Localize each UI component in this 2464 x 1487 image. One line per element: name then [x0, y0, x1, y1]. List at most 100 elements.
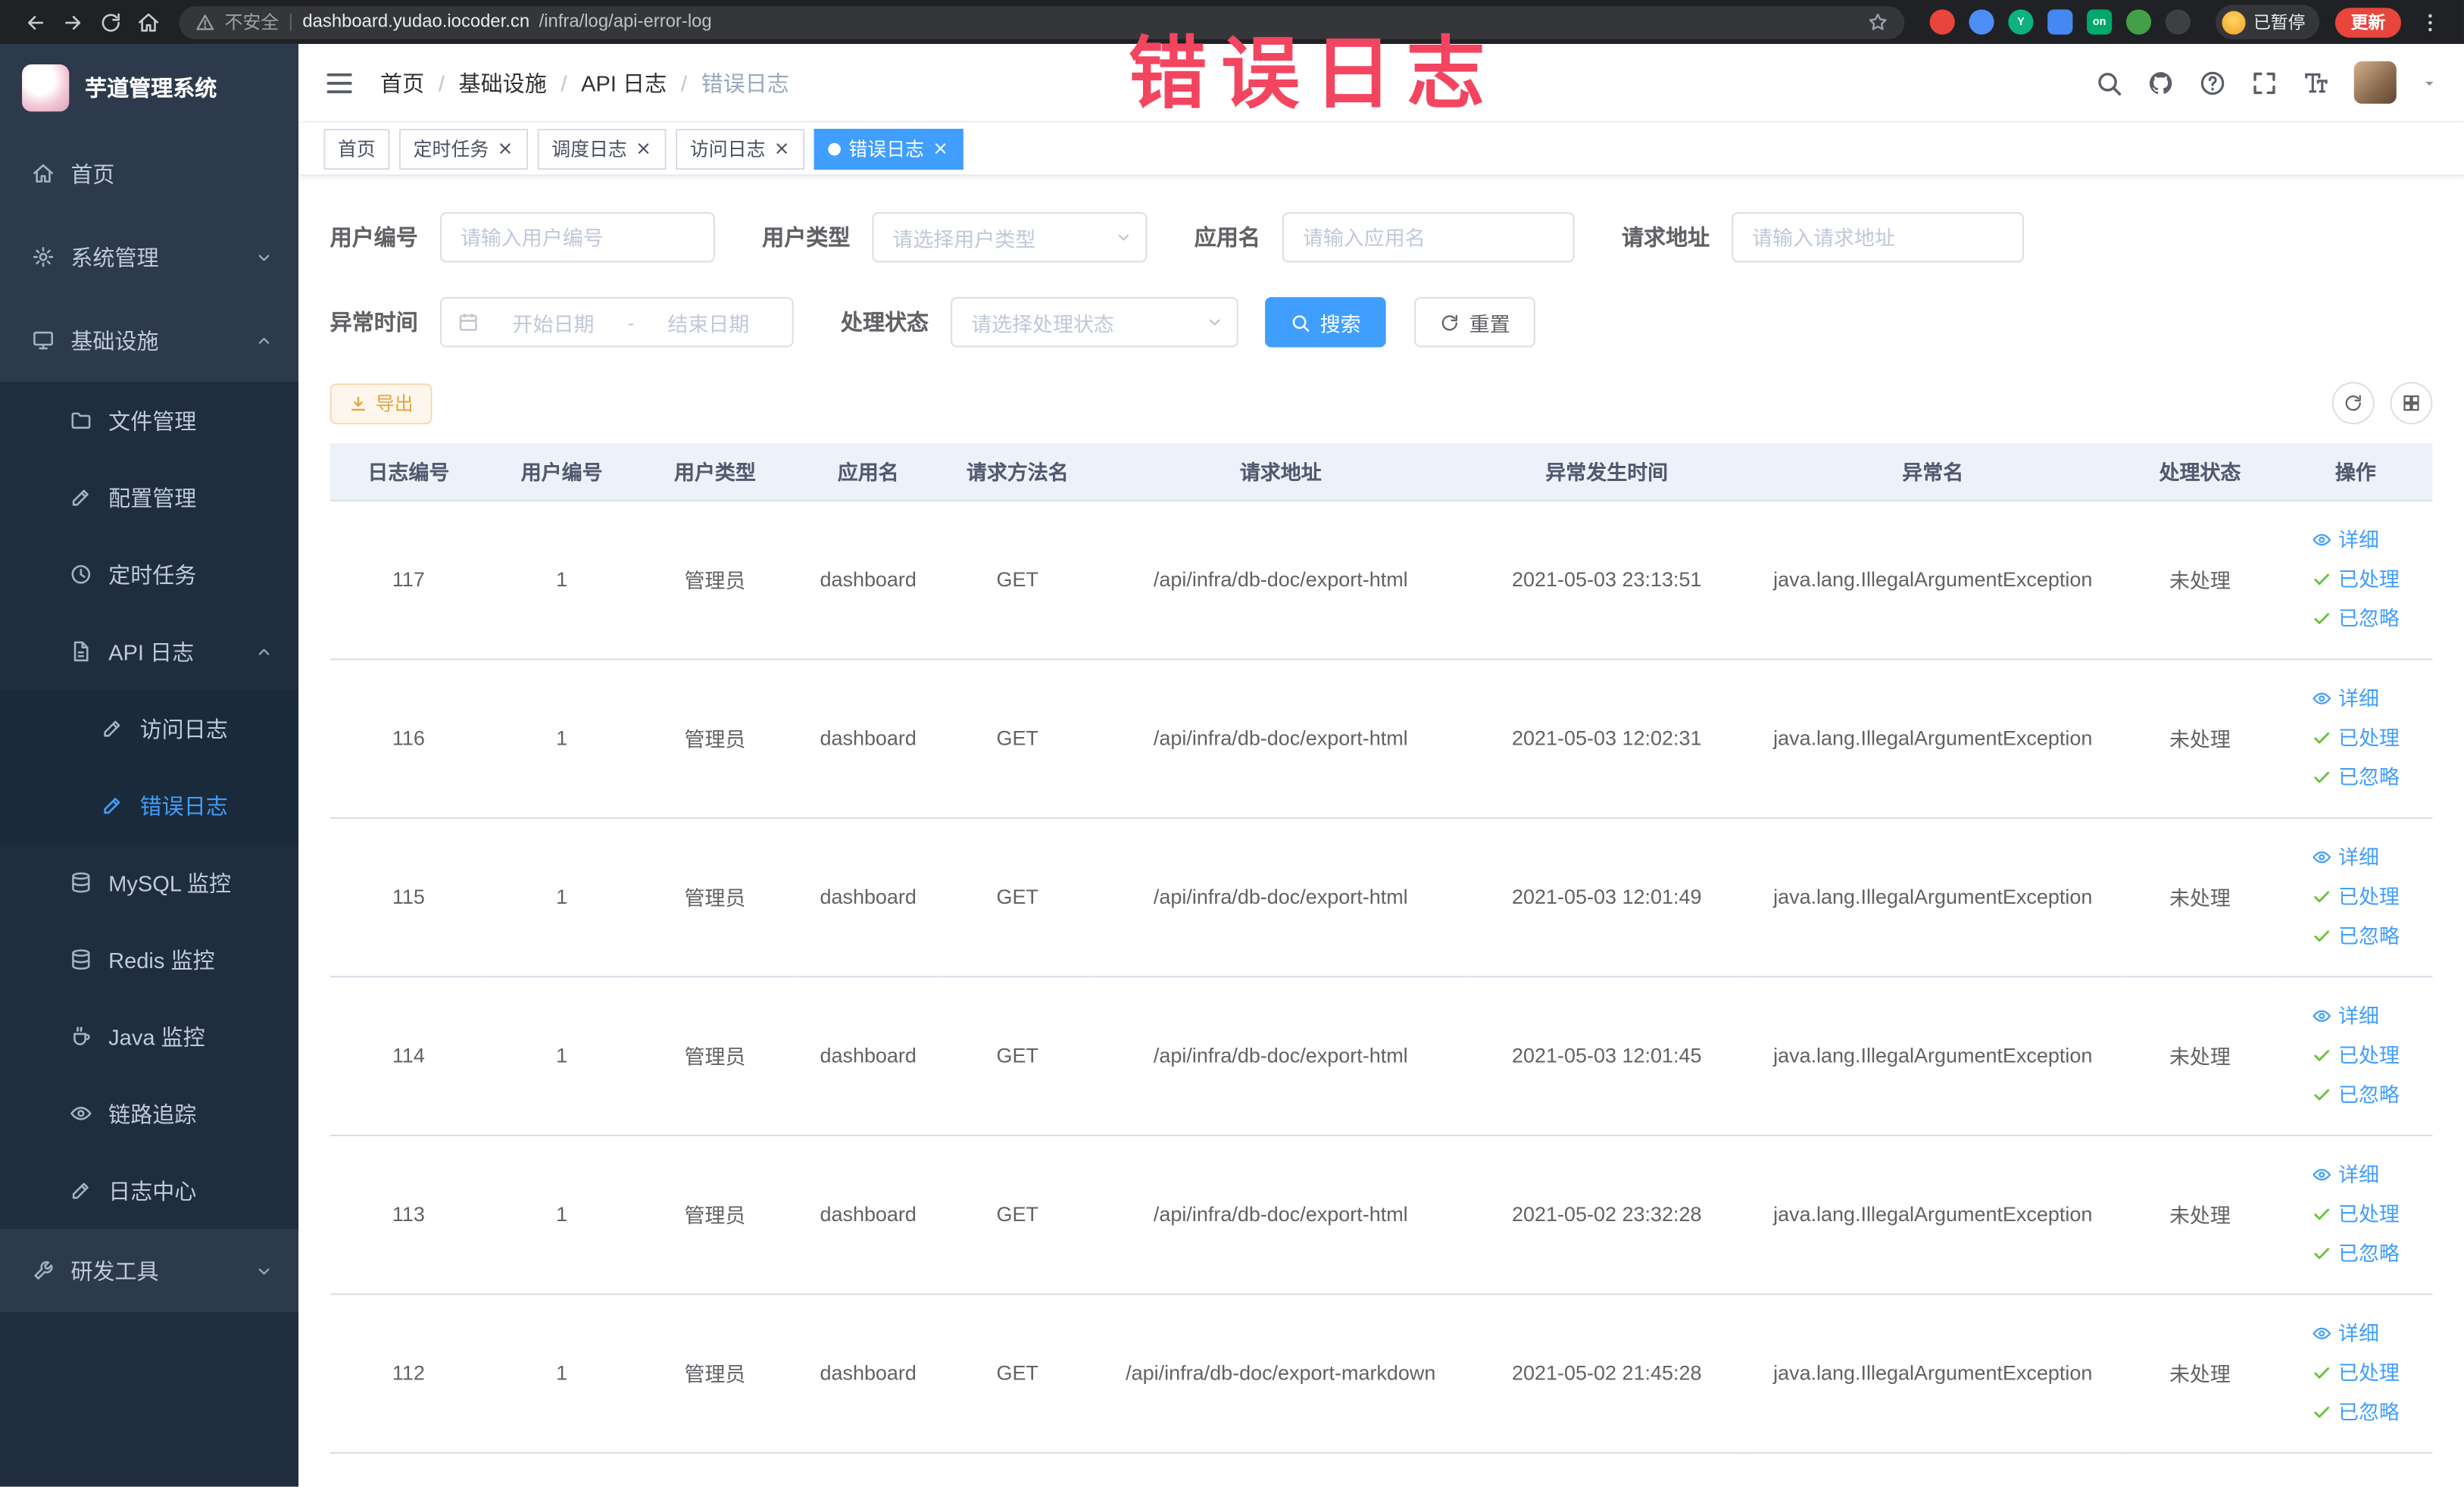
- mark-ignored-link[interactable]: 已忽略: [2312, 916, 2400, 955]
- sidebar-item-trace[interactable]: 链路追踪: [0, 1075, 299, 1152]
- breadcrumb: 首页 / 基础设施 / API 日志 / 错误日志: [380, 67, 789, 98]
- user-id-input[interactable]: [439, 212, 715, 263]
- sidebar-item-label: 访问日志: [139, 715, 228, 742]
- date-range-picker[interactable]: 开始日期 - 结束日期: [439, 297, 794, 348]
- sidebar-item-mysql[interactable]: MySQL 监控: [0, 844, 299, 921]
- mark-processed-link[interactable]: 已处理: [2312, 560, 2400, 599]
- close-tab-icon[interactable]: [497, 140, 514, 158]
- mark-processed-link[interactable]: 已处理: [2312, 877, 2400, 917]
- cell-actions: 详细 已处理 已忽略: [2278, 817, 2433, 977]
- github-icon[interactable]: [2147, 68, 2175, 96]
- help-icon[interactable]: [2198, 68, 2226, 96]
- close-tab-icon[interactable]: [635, 140, 652, 158]
- address-bar[interactable]: 不安全 | dashboard.yudao.iocoder.cn/infra/l…: [179, 5, 1905, 39]
- breadcrumb-item[interactable]: API 日志: [581, 67, 667, 98]
- tab-error-log[interactable]: 错误日志: [814, 128, 963, 170]
- sidebar-item-file[interactable]: 文件管理: [0, 382, 299, 459]
- breadcrumb-item[interactable]: 首页: [380, 67, 424, 98]
- sidebar-item-java[interactable]: Java 监控: [0, 998, 299, 1076]
- mark-ignored-link[interactable]: 已忽略: [2312, 1392, 2400, 1432]
- breadcrumb-item[interactable]: 基础设施: [459, 67, 547, 98]
- detail-link[interactable]: 详细: [2312, 1314, 2400, 1353]
- table-row: 112 1 管理员 dashboard GET/api/infra/db-doc/exp…: [329, 1293, 2433, 1453]
- bookmark-star-icon[interactable]: [1867, 11, 1889, 33]
- mark-processed-link[interactable]: 已处理: [2312, 1195, 2400, 1234]
- tab-label: 错误日志: [848, 138, 925, 161]
- extension-icon-red[interactable]: [1929, 9, 1955, 35]
- extension-icon-green-tree[interactable]: [2125, 9, 2152, 35]
- mark-processed-link[interactable]: 已处理: [2312, 718, 2400, 758]
- browser-forward-button[interactable]: [54, 3, 92, 41]
- mark-processed-link[interactable]: 已处理: [2312, 1353, 2400, 1392]
- detail-link[interactable]: 详细: [2312, 520, 2400, 560]
- sidebar: 芋道管理系统 首页 系统管理 基础设施 文件管理配置管理定时任务 API 日志访问日志错…: [0, 44, 299, 1487]
- tab-access-log[interactable]: 访问日志: [676, 128, 805, 170]
- fullscreen-icon[interactable]: [2250, 68, 2278, 96]
- logo[interactable]: 芋道管理系统: [0, 44, 299, 133]
- browser-back-button[interactable]: [16, 3, 54, 41]
- close-tab-icon[interactable]: [773, 140, 791, 158]
- sidebar-item-home[interactable]: 首页: [0, 132, 299, 216]
- extension-icon-blue-grid[interactable]: [2047, 9, 2073, 35]
- app-name-input[interactable]: [1282, 212, 1575, 263]
- tab-home[interactable]: 首页: [323, 128, 390, 170]
- browser-update-button[interactable]: 更新: [2334, 7, 2401, 37]
- column-settings-button[interactable]: [2390, 382, 2433, 425]
- mark-ignored-link[interactable]: 已忽略: [2312, 598, 2400, 638]
- refresh-table-button[interactable]: [2331, 382, 2375, 425]
- sidebar-item-label: 配置管理: [108, 485, 197, 511]
- mark-ignored-link[interactable]: 已忽略: [2312, 758, 2400, 797]
- db-icon: [69, 948, 92, 971]
- caret-down-icon[interactable]: [2420, 73, 2439, 92]
- cell-exception: java.lang.IllegalArgumentException: [1744, 1134, 2122, 1295]
- grid-icon: [2401, 393, 2422, 414]
- extension-icon-blue-drop[interactable]: [1969, 9, 1994, 35]
- search-icon[interactable]: [2094, 68, 2122, 96]
- action-label: 已忽略: [2338, 1082, 2400, 1107]
- extension-icon-dark-paw[interactable]: [2165, 9, 2191, 35]
- sidebar-item-log-center[interactable]: 日志中心: [0, 1151, 299, 1229]
- request-url-input[interactable]: [1732, 212, 2025, 263]
- export-button[interactable]: 导出: [329, 383, 433, 424]
- detail-link[interactable]: 详细: [2312, 996, 2400, 1036]
- user-avatar[interactable]: [2353, 61, 2397, 104]
- column-header-actions: 操作: [2278, 443, 2433, 501]
- sidebar-item-infra[interactable]: 基础设施: [0, 298, 299, 383]
- cell-user-type: 管理员: [636, 817, 794, 977]
- mark-processed-link[interactable]: 已处理: [2312, 1036, 2400, 1075]
- sidebar-item-access-log[interactable]: 访问日志: [0, 689, 299, 767]
- reset-button[interactable]: 重置: [1414, 297, 1535, 348]
- sidebar-item-redis[interactable]: Redis 监控: [0, 920, 299, 998]
- breadcrumb-separator: /: [561, 70, 567, 95]
- process-status-select[interactable]: 请选择处理状态: [951, 297, 1238, 348]
- sidebar-item-config[interactable]: 配置管理: [0, 458, 299, 536]
- font-size-icon[interactable]: [2302, 68, 2330, 96]
- detail-link[interactable]: 详细: [2312, 1155, 2400, 1195]
- browser-menu-button[interactable]: [2410, 3, 2448, 41]
- mark-ignored-link[interactable]: 已忽略: [2312, 1234, 2400, 1273]
- sidebar-item-dev-tools[interactable]: 研发工具: [0, 1229, 299, 1313]
- browser-reload-button[interactable]: [91, 3, 129, 41]
- sidebar-item-system[interactable]: 系统管理: [0, 215, 299, 299]
- tab-job-log[interactable]: 调度日志: [537, 128, 667, 170]
- search-button[interactable]: 搜索: [1265, 297, 1386, 348]
- user-type-select[interactable]: 请选择用户类型: [872, 212, 1148, 263]
- browser-profile-chip[interactable]: 已暂停: [2216, 5, 2320, 39]
- sidebar-item-api-log[interactable]: API 日志: [0, 613, 299, 690]
- close-tab-icon[interactable]: [932, 140, 949, 158]
- mark-ignored-link[interactable]: 已忽略: [2312, 1075, 2400, 1114]
- filter-row-1: 用户编号 用户类型 请选择用户类型 应用名: [330, 212, 2433, 263]
- extension-icon-teal-y[interactable]: Y: [2008, 9, 2034, 35]
- home-icon: [31, 162, 55, 186]
- cell-user-id: 1: [487, 499, 637, 660]
- hamburger-menu-icon[interactable]: [323, 67, 354, 98]
- detail-link[interactable]: 详细: [2312, 679, 2400, 718]
- sidebar-item-error-log[interactable]: 错误日志: [0, 767, 299, 845]
- cell-user-type: 管理员: [636, 1134, 794, 1295]
- row-actions: 详细 已处理 已忽略: [2312, 520, 2400, 639]
- tab-job[interactable]: 定时任务: [398, 128, 529, 170]
- browser-home-button[interactable]: [129, 3, 167, 41]
- extension-icon-on-badge[interactable]: on: [2087, 9, 2113, 35]
- detail-link[interactable]: 详细: [2312, 838, 2400, 877]
- sidebar-item-job[interactable]: 定时任务: [0, 536, 299, 614]
